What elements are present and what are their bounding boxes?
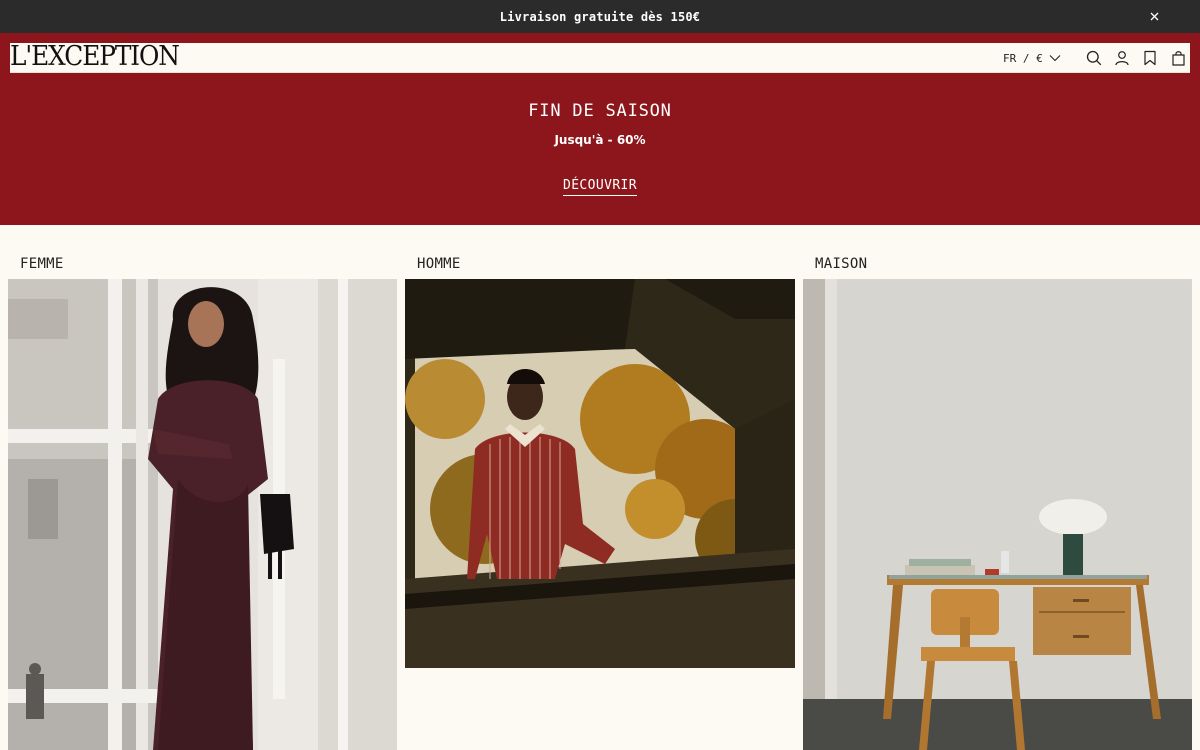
promo-subtitle: Jusqu'à - 60% <box>554 133 646 147</box>
announcement-text: Livraison gratuite dès 150€ <box>499 9 701 24</box>
category-label-maison[interactable]: MAISON <box>815 256 867 272</box>
chevron-down-icon <box>1049 54 1061 62</box>
locale-selector[interactable]: FR / € <box>1003 43 1061 73</box>
cart-icon[interactable] <box>1168 48 1188 68</box>
site-logo[interactable]: L'EXCEPTION <box>10 42 180 72</box>
promo-title: FIN DE SAISON <box>528 101 672 121</box>
category-image-homme[interactable] <box>405 279 795 668</box>
category-image-femme[interactable] <box>8 279 397 750</box>
promo-cta-wrapper: DÉCOUVRIR <box>0 174 1200 196</box>
wishlist-icon[interactable] <box>1140 48 1160 68</box>
close-icon[interactable] <box>1146 8 1162 24</box>
locale-label: FR / € <box>1003 51 1043 65</box>
discover-button[interactable]: DÉCOUVRIR <box>562 178 638 196</box>
announcement-bar: Livraison gratuite dès 150€ <box>0 0 1200 33</box>
site-header: L'EXCEPTION FR / € <box>10 42 1190 73</box>
promo-banner: L'EXCEPTION FR / € FIN DE SAISON Jusqu'à… <box>0 33 1200 225</box>
category-label-femme[interactable]: FEMME <box>20 256 64 272</box>
search-icon[interactable] <box>1084 48 1104 68</box>
category-label-homme[interactable]: HOMME <box>417 256 461 272</box>
category-image-maison[interactable] <box>803 279 1192 750</box>
account-icon[interactable] <box>1112 48 1132 68</box>
